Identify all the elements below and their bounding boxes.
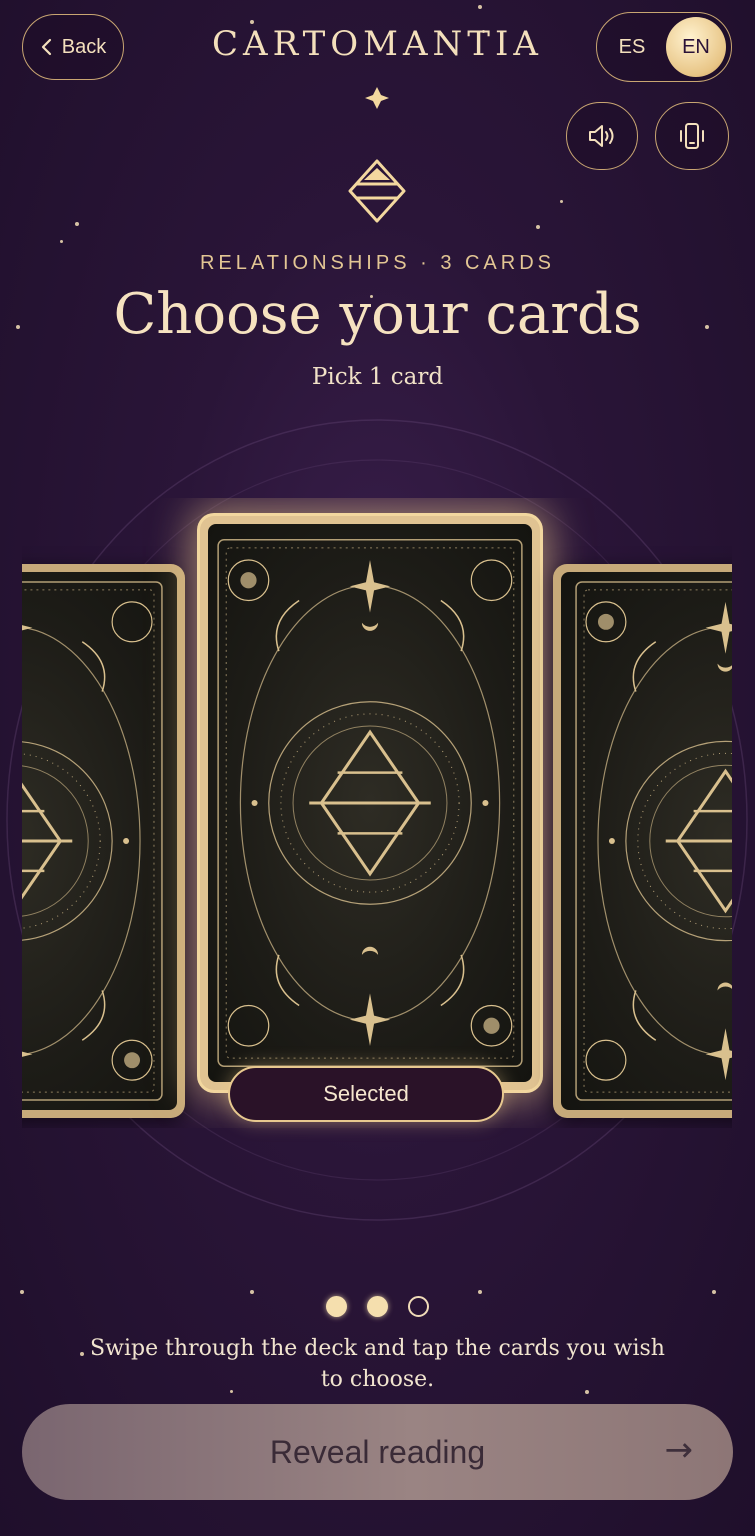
sigil-icon (348, 159, 406, 223)
card-back-art (575, 581, 732, 1101)
progress-dot-empty (408, 1296, 429, 1317)
card-back-art (22, 581, 163, 1101)
selection-progress-dots (0, 1296, 755, 1317)
reveal-reading-button[interactable]: Reveal reading → (22, 1404, 733, 1500)
tarot-card-next[interactable] (553, 564, 732, 1118)
card-carousel[interactable] (22, 498, 732, 1128)
vibration-toggle-button[interactable] (655, 102, 729, 170)
ornament-divider (205, 87, 550, 109)
tarot-card-selected[interactable] (200, 516, 540, 1090)
selected-badge: Selected (228, 1066, 504, 1122)
arrow-right-icon: → (664, 1430, 694, 1470)
page-title: Choose your cards (113, 282, 642, 347)
reveal-reading-label: Reveal reading (269, 1433, 486, 1470)
language-option-es[interactable]: ES (602, 17, 662, 77)
card-back-art (217, 538, 523, 1068)
progress-dot-filled (367, 1296, 388, 1317)
language-toggle[interactable]: ES EN (596, 12, 732, 82)
tarot-card-previous[interactable] (22, 564, 185, 1118)
language-option-en[interactable]: EN (666, 17, 726, 77)
instruction-text: Swipe through the deck and tap the cards… (90, 1336, 665, 1392)
phone-vibrate-icon (680, 123, 704, 149)
sound-toggle-button[interactable] (566, 102, 638, 170)
speaker-icon (589, 125, 614, 147)
progress-dot-filled (326, 1296, 347, 1317)
spread-kicker: RELATIONSHIPS · 3 CARDS (199, 252, 556, 274)
page-subtitle: Pick 1 card (311, 364, 444, 390)
